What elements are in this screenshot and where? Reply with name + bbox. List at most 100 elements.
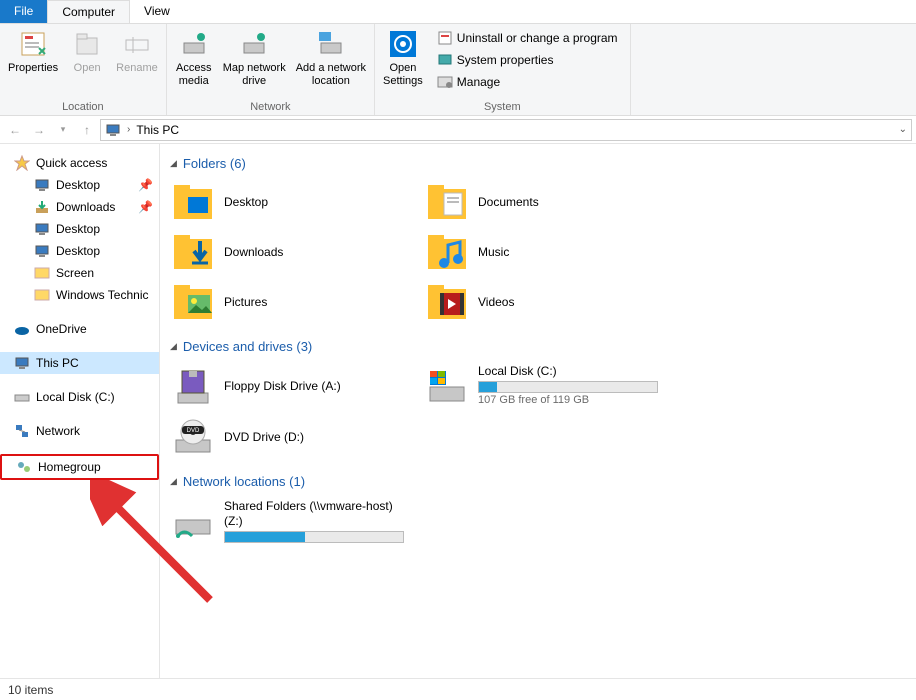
floppy-icon (172, 365, 214, 407)
sidebar-qa-item[interactable]: Downloads📌 (0, 196, 159, 218)
sidebar-homegroup[interactable]: Homegroup (0, 454, 159, 480)
folder-icon (34, 177, 50, 193)
sidebar-local-disk[interactable]: Local Disk (C:) (0, 386, 159, 408)
item-label: Shared Folders (\\vmware-host) (Z:) (224, 499, 404, 529)
item-label: Pictures (224, 295, 267, 310)
uninstall-icon (437, 30, 453, 46)
section-drives-header[interactable]: ◢ Devices and drives (3) (170, 339, 906, 354)
address-text: This PC (136, 123, 179, 137)
rename-label: Rename (116, 62, 158, 75)
drive-icon (14, 389, 30, 405)
status-bar: 10 items (0, 678, 916, 700)
folder-icon (172, 231, 214, 273)
folder-item[interactable]: Downloads (170, 229, 400, 275)
sidebar-quick-access[interactable]: Quick access (0, 152, 159, 174)
properties-label: Properties (8, 62, 58, 75)
folder-item[interactable]: Videos (424, 279, 654, 325)
drive-floppy[interactable]: Floppy Disk Drive (A:) (170, 362, 400, 410)
pin-icon: 📌 (138, 178, 153, 192)
manage-button[interactable]: Manage (433, 72, 622, 92)
section-network-header[interactable]: ◢ Network locations (1) (170, 474, 906, 489)
item-sublabel: 107 GB free of 119 GB (478, 393, 658, 408)
tab-file[interactable]: File (0, 0, 47, 23)
sidebar-this-pc[interactable]: This PC (0, 352, 159, 374)
ribbon-group-location: Properties Open Rename Location (0, 24, 167, 115)
sidebar-label: Screen (56, 266, 94, 280)
folder-icon (34, 199, 50, 215)
ribbon-tabs: File Computer View (0, 0, 916, 24)
sidebar-qa-item[interactable]: Desktop (0, 218, 159, 240)
sidebar-qa-item[interactable]: Desktop 📌 (0, 174, 159, 196)
drive-dvd[interactable]: DVD DVD Drive (D:) (170, 414, 400, 460)
system-properties-label: System properties (457, 53, 554, 67)
open-settings-button[interactable]: Open Settings (379, 26, 427, 90)
folder-item[interactable]: Documents (424, 179, 654, 225)
address-dropdown-icon[interactable]: ⌄ (899, 124, 907, 135)
sidebar-label: Quick access (36, 156, 107, 170)
nav-recent-button[interactable]: ▾ (52, 119, 74, 141)
manage-icon (437, 74, 453, 90)
tab-view[interactable]: View (130, 0, 184, 23)
drive-usage-bar (224, 531, 404, 543)
collapse-icon: ◢ (170, 158, 177, 169)
add-location-button[interactable]: Add a network location (292, 26, 370, 90)
sidebar-label: Homegroup (38, 460, 101, 474)
network-location-item[interactable]: Shared Folders (\\vmware-host) (Z:) (170, 497, 400, 545)
sidebar-onedrive[interactable]: OneDrive (0, 318, 159, 340)
uninstall-button[interactable]: Uninstall or change a program (433, 28, 622, 48)
folder-icon (172, 181, 214, 223)
manage-label: Manage (457, 75, 500, 89)
onedrive-icon (14, 321, 30, 337)
rename-button[interactable]: Rename (112, 26, 162, 77)
ribbon-group-network: Access media Map network drive Add a net… (167, 24, 375, 115)
ribbon-group-network-label: Network (171, 101, 370, 115)
collapse-icon: ◢ (170, 341, 177, 352)
item-label: Desktop (224, 195, 268, 210)
nav-back-button[interactable]: ← (4, 119, 26, 141)
nav-forward-button[interactable]: → (28, 119, 50, 141)
svg-text:DVD: DVD (187, 428, 200, 434)
sidebar-qa-item[interactable]: Desktop (0, 240, 159, 262)
section-title: Network locations (1) (183, 474, 305, 489)
sidebar-label: Downloads (56, 200, 115, 214)
quick-access-icon (14, 155, 30, 171)
address-input[interactable]: › This PC ⌄ (100, 119, 912, 141)
section-folders-header[interactable]: ◢ Folders (6) (170, 156, 906, 171)
sidebar-qa-item[interactable]: Windows Technic (0, 284, 159, 306)
chevron-right-icon: › (127, 124, 130, 135)
sidebar-label: OneDrive (36, 322, 87, 336)
address-bar: ← → ▾ ↑ › This PC ⌄ (0, 116, 916, 144)
sidebar-label: This PC (36, 356, 79, 370)
sidebar-qa-item[interactable]: Screen (0, 262, 159, 284)
sidebar-label: Desktop (56, 222, 100, 236)
folder-icon (426, 181, 468, 223)
this-pc-icon (105, 122, 121, 138)
sidebar-label: Desktop (56, 178, 100, 192)
map-drive-button[interactable]: Map network drive (219, 26, 290, 90)
item-label: Floppy Disk Drive (A:) (224, 379, 341, 394)
folder-icon (426, 281, 468, 323)
system-properties-button[interactable]: System properties (433, 50, 622, 70)
uninstall-label: Uninstall or change a program (457, 31, 618, 45)
access-media-button[interactable]: Access media (171, 26, 217, 90)
add-location-label: Add a network location (296, 62, 366, 88)
open-button[interactable]: Open (64, 26, 110, 77)
properties-button[interactable]: Properties (4, 26, 62, 77)
sidebar-network[interactable]: Network (0, 420, 159, 442)
homegroup-icon (16, 459, 32, 475)
nav-up-button[interactable]: ↑ (76, 119, 98, 141)
tab-computer[interactable]: Computer (47, 0, 130, 23)
folder-item[interactable]: Pictures (170, 279, 400, 325)
item-label: Documents (478, 195, 539, 210)
network-icon (14, 423, 30, 439)
folder-item[interactable]: Desktop (170, 179, 400, 225)
ribbon-group-system-label: System (379, 101, 626, 115)
map-drive-label: Map network drive (223, 62, 286, 88)
folder-item[interactable]: Music (424, 229, 654, 275)
folder-icon (34, 221, 50, 237)
drive-local[interactable]: Local Disk (C:) 107 GB free of 119 GB (424, 362, 654, 410)
ribbon-group-system: Open Settings Uninstall or change a prog… (375, 24, 631, 115)
item-label: Downloads (224, 245, 283, 260)
ribbon-group-location-label: Location (4, 101, 162, 115)
open-settings-label: Open Settings (383, 62, 423, 88)
